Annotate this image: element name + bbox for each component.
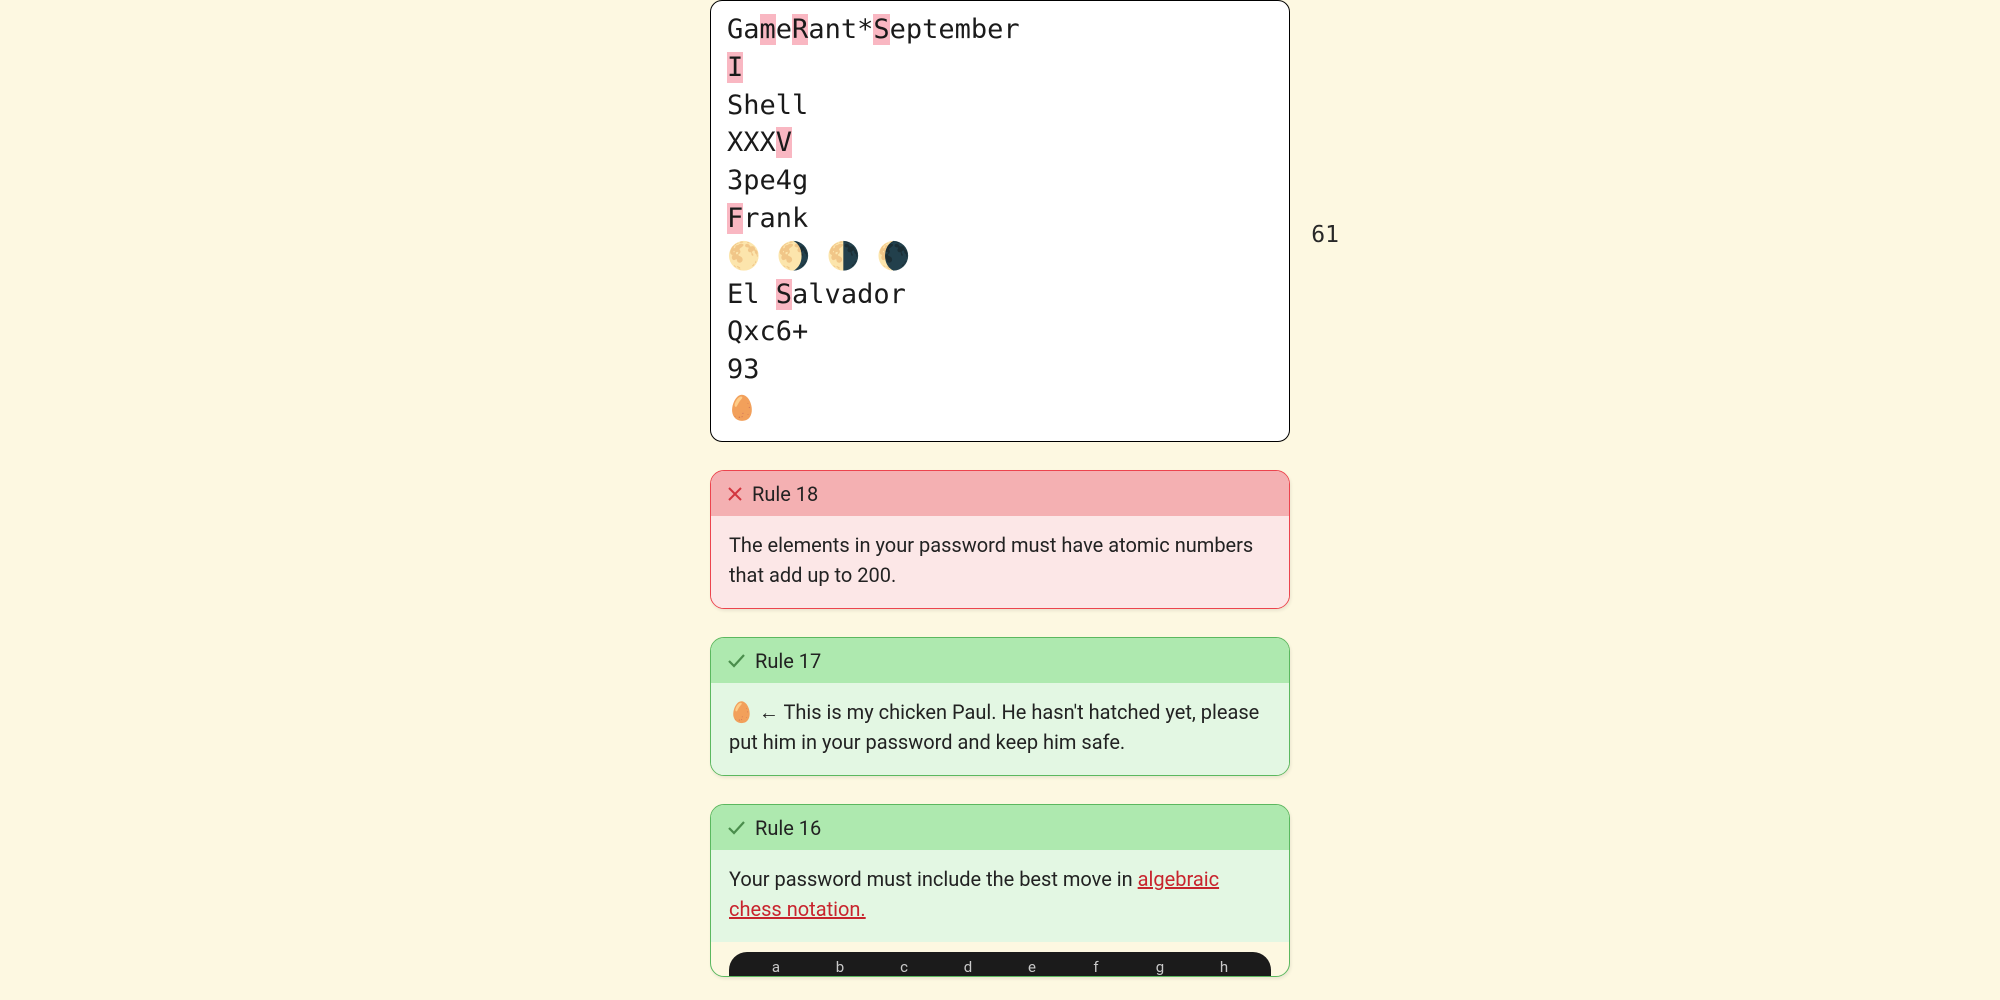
chess-file-label: h	[1214, 958, 1234, 976]
chess-file-label: e	[1022, 958, 1042, 976]
password-segment: F	[727, 203, 743, 234]
check-icon	[727, 651, 746, 670]
chess-file-label: b	[830, 958, 850, 976]
rule-header: Rule 17	[711, 638, 1289, 683]
chess-file-label: c	[894, 958, 914, 976]
moon-phase-icons: 🌕 🌖 🌗 🌘	[727, 241, 910, 272]
rule-text: ← This is my chicken Paul. He hasn't hat…	[729, 700, 1259, 754]
password-segment: Ga	[727, 14, 760, 45]
password-segment: rank	[743, 203, 808, 234]
password-segment: V	[776, 127, 792, 158]
password-segment: e	[776, 14, 792, 45]
password-segment: S	[873, 14, 889, 45]
rule-label: Rule 18	[752, 482, 818, 506]
rule-16: Rule 16 Your password must include the b…	[710, 804, 1290, 977]
chess-file-label: d	[958, 958, 978, 976]
chess-file-label: a	[766, 958, 786, 976]
password-segment: Qxc6+	[727, 316, 808, 347]
rule-body: The elements in your password must have …	[711, 516, 1289, 608]
password-segment: m	[760, 14, 776, 45]
egg-icon: 🥚	[729, 700, 754, 724]
password-segment: R	[792, 14, 808, 45]
character-count: 61	[1311, 219, 1339, 251]
password-input[interactable]: GameRant*SeptemberIShellXXXV3pe4gFrank🌕 …	[710, 0, 1290, 442]
chess-board-files: a b c d e f g h	[729, 952, 1271, 976]
password-segment: S	[776, 279, 792, 310]
password-segment: I	[727, 52, 743, 83]
x-icon	[727, 486, 743, 502]
chess-file-label: f	[1086, 958, 1106, 976]
password-content: GameRant*SeptemberIShellXXXV3pe4gFrank🌕 …	[727, 11, 1273, 427]
password-segment: 93	[727, 354, 760, 385]
rule-header: Rule 16	[711, 805, 1289, 850]
rule-label: Rule 16	[755, 816, 821, 840]
rule-header: Rule 18	[711, 471, 1289, 516]
password-segment: El	[727, 279, 776, 310]
chess-file-label: g	[1150, 958, 1170, 976]
check-icon	[727, 818, 746, 837]
rule-17: Rule 17 🥚 ← This is my chicken Paul. He …	[710, 637, 1290, 776]
password-segment: 3pe4g	[727, 165, 808, 196]
password-segment: eptember	[890, 14, 1020, 45]
password-segment: alvador	[792, 279, 906, 310]
password-segment: ant*	[808, 14, 873, 45]
password-segment: XXX	[727, 127, 776, 158]
rule-body: 🥚 ← This is my chicken Paul. He hasn't h…	[711, 683, 1289, 775]
rule-body: Your password must include the best move…	[711, 850, 1289, 942]
rule-label: Rule 17	[755, 649, 821, 673]
password-segment: Shell	[727, 90, 808, 121]
egg-icon: 🥚	[727, 394, 757, 422]
rule-18: Rule 18 The elements in your password mu…	[710, 470, 1290, 609]
rule-text: Your password must include the best move…	[729, 867, 1138, 891]
